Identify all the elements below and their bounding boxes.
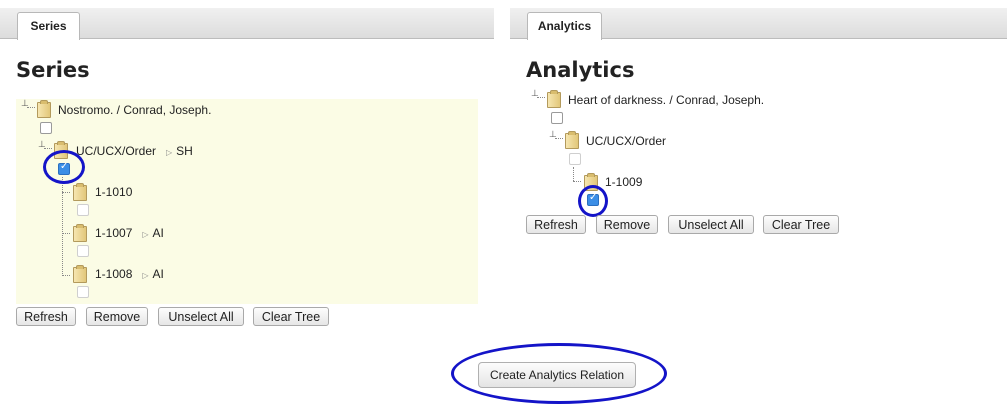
analytics-clear-tree-button[interactable]: Clear Tree xyxy=(763,215,839,234)
series-order-tag: SH xyxy=(176,144,193,158)
folder-icon xyxy=(73,183,87,201)
series-tab-bar: Series xyxy=(0,8,494,40)
tree-connector xyxy=(62,275,70,276)
expand-arrow-icon[interactable]: ▷ xyxy=(142,230,148,239)
series-refresh-button[interactable]: Refresh xyxy=(16,307,76,326)
series-item-1008-checkbox[interactable] xyxy=(77,286,89,298)
analytics-refresh-button[interactable]: Refresh xyxy=(526,215,586,234)
tree-connector xyxy=(62,192,70,193)
tree-connector xyxy=(573,167,574,181)
series-item-1007[interactable]: 1-1007 ▷ AI xyxy=(95,226,164,240)
series-tree: ⊥ Nostromo. / Conrad, Joseph. ⊥ UC/UCX/O… xyxy=(16,99,478,304)
analytics-order-checkbox[interactable] xyxy=(569,153,581,165)
folder-icon xyxy=(547,90,561,108)
create-analytics-relation-button[interactable]: Create Analytics Relation xyxy=(478,362,636,388)
folder-icon xyxy=(73,265,87,283)
series-order-label: UC/UCX/Order xyxy=(76,144,157,158)
tree-connector xyxy=(62,233,70,234)
analytics-remove-button[interactable]: Remove xyxy=(596,215,658,234)
analytics-tab-bar: Analytics xyxy=(510,8,1007,40)
analytics-item-1009[interactable]: 1-1009 xyxy=(605,175,642,189)
series-heading: Series xyxy=(16,58,90,82)
tree-connector xyxy=(573,181,581,182)
series-order-node[interactable]: UC/UCX/Order ▷ SH xyxy=(76,144,193,158)
series-root-label[interactable]: Nostromo. / Conrad, Joseph. xyxy=(58,103,211,117)
expand-arrow-icon[interactable]: ▷ xyxy=(142,271,148,280)
analytics-unselect-all-button[interactable]: Unselect All xyxy=(668,215,754,234)
series-root-checkbox[interactable] xyxy=(40,122,52,134)
series-item-1010-checkbox[interactable] xyxy=(77,204,89,216)
series-item-1008[interactable]: 1-1008 ▷ AI xyxy=(95,267,164,281)
series-clear-tree-button[interactable]: Clear Tree xyxy=(253,307,329,326)
series-remove-button[interactable]: Remove xyxy=(86,307,148,326)
series-item-1008-label: 1-1008 xyxy=(95,267,133,281)
tree-connector xyxy=(27,107,35,108)
expand-arrow-icon[interactable]: ▷ xyxy=(166,148,172,157)
tree-connector xyxy=(44,148,52,149)
analytics-root-checkbox[interactable] xyxy=(551,112,563,124)
tree-connector xyxy=(555,138,563,139)
series-unselect-all-button[interactable]: Unselect All xyxy=(158,307,244,326)
tab-analytics[interactable]: Analytics xyxy=(527,12,602,40)
series-item-1007-tag: AI xyxy=(152,226,164,240)
series-item-1008-tag: AI xyxy=(152,267,164,281)
series-item-1010[interactable]: 1-1010 xyxy=(95,185,132,199)
analytics-order-label[interactable]: UC/UCX/Order xyxy=(586,134,666,148)
folder-icon xyxy=(37,100,51,118)
analytics-root-label[interactable]: Heart of darkness. / Conrad, Joseph. xyxy=(568,93,764,107)
series-item-1007-label: 1-1007 xyxy=(95,226,133,240)
analytics-checkbox-highlight-ring xyxy=(578,185,608,217)
tree-connector xyxy=(537,97,545,98)
analytics-heading: Analytics xyxy=(526,58,635,82)
series-item-1007-checkbox[interactable] xyxy=(77,245,89,257)
folder-icon xyxy=(565,131,579,149)
series-checkbox-highlight-ring xyxy=(43,150,85,184)
folder-icon xyxy=(73,224,87,242)
tab-series[interactable]: Series xyxy=(17,12,80,40)
